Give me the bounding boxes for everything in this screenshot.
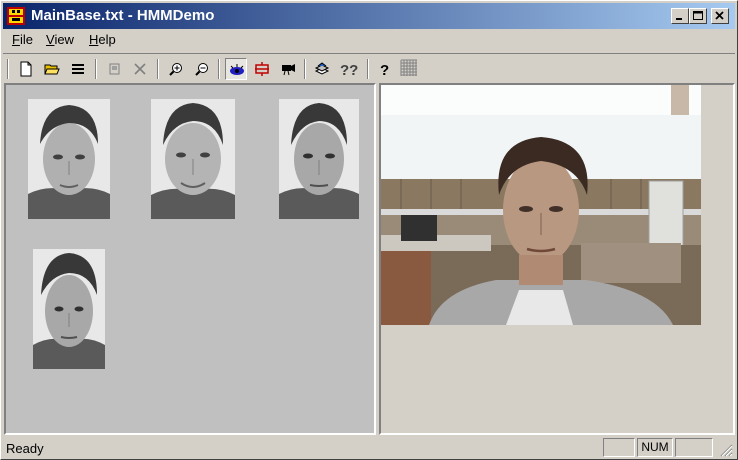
list-icon xyxy=(72,64,84,74)
window-title: MainBase.txt - HMMDemo xyxy=(31,7,215,24)
import-image-icon xyxy=(109,63,120,75)
camera-frame xyxy=(381,85,701,325)
import-image-button[interactable] xyxy=(103,58,125,80)
zoom-in-icon xyxy=(169,63,182,76)
maximize-icon xyxy=(693,11,703,20)
face-thumbnail[interactable] xyxy=(151,99,235,219)
menu-help[interactable]: Help xyxy=(89,32,116,47)
zoom-out-button[interactable] xyxy=(191,58,213,80)
toolbar-separator xyxy=(304,59,306,79)
toolbar-separator xyxy=(157,59,159,79)
menu-bar: File View Help xyxy=(3,30,735,50)
camera-icon xyxy=(282,64,295,76)
database-button[interactable] xyxy=(311,58,333,80)
face-thumbnail[interactable] xyxy=(28,99,110,219)
menu-file[interactable]: File xyxy=(12,32,33,47)
split-button[interactable] xyxy=(251,58,273,80)
toolbar-separator xyxy=(367,59,369,79)
menu-view[interactable]: View xyxy=(46,32,74,47)
toolbar-separator xyxy=(7,59,9,79)
face-thumbnail[interactable] xyxy=(33,249,105,369)
zoom-out-icon xyxy=(195,63,208,76)
eye-icon xyxy=(230,64,244,75)
database-icon xyxy=(314,62,330,75)
help-icon: ? xyxy=(380,62,389,77)
camera-view-pane[interactable] xyxy=(379,83,735,435)
toolbar-separator xyxy=(218,59,220,79)
title-bar[interactable]: MainBase.txt - HMMDemo xyxy=(3,3,735,29)
close-button[interactable] xyxy=(711,8,729,24)
scroll-indicator xyxy=(675,438,713,457)
list-button[interactable] xyxy=(67,58,89,80)
help-button[interactable]: ? xyxy=(374,58,396,80)
question-pair-icon: ?? xyxy=(340,62,358,77)
minimize-icon xyxy=(676,18,682,20)
eye-button[interactable] xyxy=(225,58,247,80)
app-icon xyxy=(7,7,25,25)
svg-text:?: ? xyxy=(380,62,389,77)
grid-icon xyxy=(400,59,417,76)
num-indicator: NUM xyxy=(637,438,673,457)
face-thumbnail[interactable] xyxy=(279,99,359,219)
minimize-button[interactable] xyxy=(671,8,689,24)
toolbar-separator xyxy=(95,59,97,79)
caps-indicator xyxy=(603,438,635,457)
close-icon xyxy=(715,11,724,20)
main-window: MainBase.txt - HMMDemo File View Help ??… xyxy=(0,0,738,460)
new-file-icon xyxy=(20,61,32,77)
toolbar: ?? ? xyxy=(3,53,735,81)
open-button[interactable] xyxy=(41,58,63,80)
grid-button[interactable] xyxy=(399,58,421,80)
camera-button[interactable] xyxy=(277,58,299,80)
new-button[interactable] xyxy=(15,58,37,80)
maximize-button[interactable] xyxy=(689,8,707,24)
open-folder-icon xyxy=(44,64,60,75)
split-icon xyxy=(255,62,269,76)
svg-text:??: ?? xyxy=(340,62,358,77)
status-bar: Ready NUM xyxy=(3,437,737,459)
resize-grip-icon[interactable] xyxy=(719,443,733,457)
delete-button[interactable] xyxy=(129,58,151,80)
zoom-in-button[interactable] xyxy=(165,58,187,80)
status-text: Ready xyxy=(6,441,44,456)
question-pair-button[interactable]: ?? xyxy=(337,58,359,80)
delete-icon xyxy=(134,63,146,75)
face-database-pane[interactable] xyxy=(4,83,376,435)
